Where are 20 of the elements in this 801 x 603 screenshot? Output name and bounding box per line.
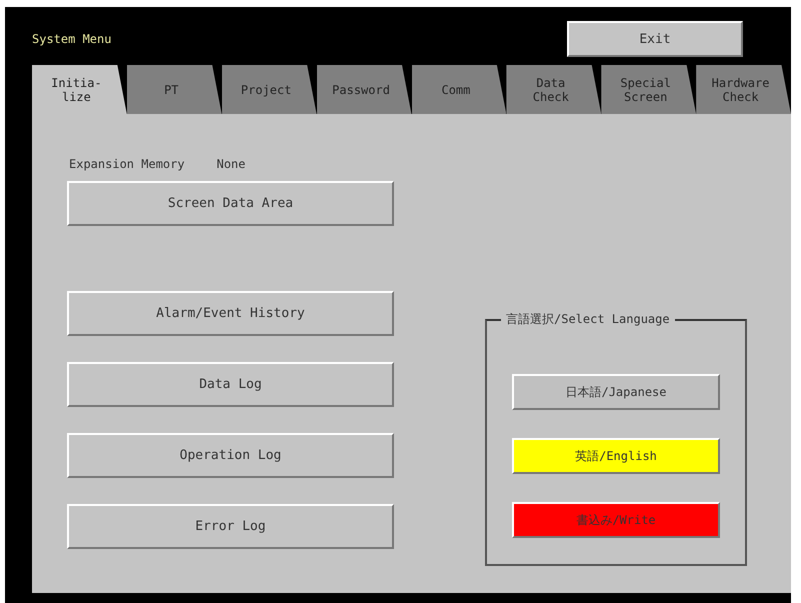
tab[interactable]: Hardware Check (696, 65, 791, 114)
tab[interactable]: Password (316, 65, 412, 114)
tab[interactable]: Project (222, 65, 317, 114)
tab[interactable]: Initia- lize (32, 65, 127, 114)
tab[interactable]: Data Check (506, 65, 602, 114)
log-button[interactable]: Error Log (67, 504, 394, 549)
log-button[interactable]: Operation Log (67, 433, 394, 478)
window-title: System Menu (32, 32, 112, 46)
screen-data-area-button[interactable]: Screen Data Area (67, 181, 394, 226)
log-button[interactable]: Alarm/Event History (67, 291, 394, 336)
log-button[interactable]: Data Log (67, 362, 394, 407)
tab[interactable]: Special Screen (601, 65, 696, 114)
expansion-memory-label: Expansion Memory (69, 157, 185, 171)
language-button[interactable]: 日本語/Japanese (512, 374, 720, 410)
tab[interactable]: PT (126, 65, 222, 114)
expansion-memory-value: None (216, 157, 246, 171)
exit-button[interactable]: Exit (567, 21, 743, 57)
language-button[interactable]: 英語/English (512, 438, 720, 474)
tab[interactable]: Comm (412, 65, 506, 114)
group-title: 言語選択/Select Language (501, 311, 675, 328)
